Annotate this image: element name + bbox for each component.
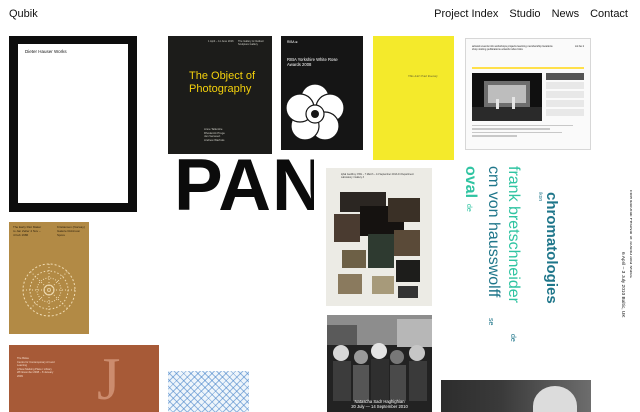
project-tile-pan[interactable]: PAN	[174, 158, 314, 224]
artist-cm-von-hausswolff: cm von hausswolff	[485, 166, 502, 298]
nav-project-index[interactable]: Project Index	[434, 8, 498, 20]
ikon-label: ikon	[537, 192, 543, 202]
stage-photo-image	[472, 73, 542, 121]
website-hero-photo	[472, 73, 542, 121]
artist-oval: oval	[462, 166, 479, 199]
book-title: This Ain't Paul Rooney	[408, 74, 438, 78]
project-tile-sculpture[interactable]	[441, 380, 591, 412]
crowd-photo-image	[327, 315, 432, 412]
artist-country-de: de	[509, 334, 516, 342]
pan-wordmark: PAN	[174, 158, 314, 224]
site-logo[interactable]: Qubik	[9, 8, 38, 20]
website-body-text	[472, 125, 584, 139]
project-tile-bolsa[interactable]: The Bolsa Centre for Contemporary Art an…	[9, 345, 159, 412]
book-venue: The Gallery & Outdoor Sculpture Gallery	[238, 40, 264, 47]
project-tile-blue-pattern[interactable]	[168, 371, 249, 412]
nav-contact[interactable]: Contact	[590, 8, 628, 20]
main-nav: Project Index Studio News Contact	[434, 8, 628, 20]
project-tile-natascha-sadr-haghighian[interactable]: Natascha Sadr Haghighian 20 July — 14 Se…	[327, 315, 432, 412]
book-title: The Object of Photography	[189, 70, 256, 95]
sculpture-image	[533, 386, 577, 412]
crochet-text-right: Kristiansen (Norway) Galerie Robinson Sp…	[57, 225, 85, 237]
project-tile-chromatologies[interactable]: chromatologies frank bretschneider de cm…	[458, 166, 632, 342]
crochet-text-left: The Early Riot Maker to Jan Zeller 4 Nov…	[13, 225, 42, 237]
artist-frank-bretschneider: frank bretschneider	[505, 166, 522, 303]
project-tile-collage-poster[interactable]: Iqbal Geoffrey: PAN – 7 March – 14 Septe…	[326, 168, 432, 306]
website-nav-text: artwork events info workshops projects l…	[472, 45, 553, 52]
nav-news[interactable]: News	[552, 8, 580, 20]
website-accent-bar	[472, 67, 584, 69]
book-contributors: Anne Tallentire Rhoderick Proge Jan Verw…	[204, 127, 225, 142]
project-tile-website[interactable]: artwork events info workshops projects l…	[465, 38, 591, 150]
book-title: Dieter Hauser Works	[25, 49, 67, 54]
poster-heading: Iqbal Geoffrey: PAN – 7 March – 14 Septe…	[341, 173, 414, 179]
project-tile-this-aint-paul-rooney[interactable]: This Ain't Paul Rooney	[373, 36, 454, 160]
poster-caption: Natascha Sadr Haghighian 20 July — 14 Se…	[351, 398, 408, 409]
book-cover-inner: Dieter Hauser Works	[18, 44, 128, 203]
festival-dates: 6 April – 3 July 2010 Baltic, UK	[620, 252, 625, 318]
project-tile-crochet[interactable]: The Early Riot Maker to Jan Zeller 4 Nov…	[9, 222, 89, 334]
collage-image	[334, 192, 420, 298]
chromatologies-title: chromatologies	[543, 192, 560, 304]
riba-logo: RIBA ⊕	[287, 40, 298, 44]
doily-pattern-icon	[22, 263, 76, 317]
artist-country-de-2: de	[465, 204, 472, 212]
artist-country-se: se	[487, 318, 494, 326]
ornamental-letter: J	[97, 346, 121, 412]
bolsa-text: The Bolsa Centre for Contemporary Art an…	[17, 357, 55, 378]
festival-name: International Festival of Sound and Musi…	[628, 190, 632, 278]
website-logo: mk be it	[574, 45, 584, 48]
nav-studio[interactable]: Studio	[509, 8, 540, 20]
project-tile-object-of-photography[interactable]: 1 April – 11 June 2016 The Gallery & Out…	[168, 36, 272, 154]
website-sidebar	[546, 73, 584, 118]
white-rose-icon	[285, 84, 345, 141]
project-tile-dieter-hauser[interactable]: Dieter Hauser Works	[9, 36, 137, 212]
book-dates: 1 April – 11 June 2016	[208, 40, 234, 43]
riba-title: RIBA Yorkshire White Rose Awards 2008	[287, 57, 338, 67]
project-tile-riba-awards[interactable]: RIBA ⊕ RIBA Yorkshire White Rose Awards …	[281, 36, 363, 150]
